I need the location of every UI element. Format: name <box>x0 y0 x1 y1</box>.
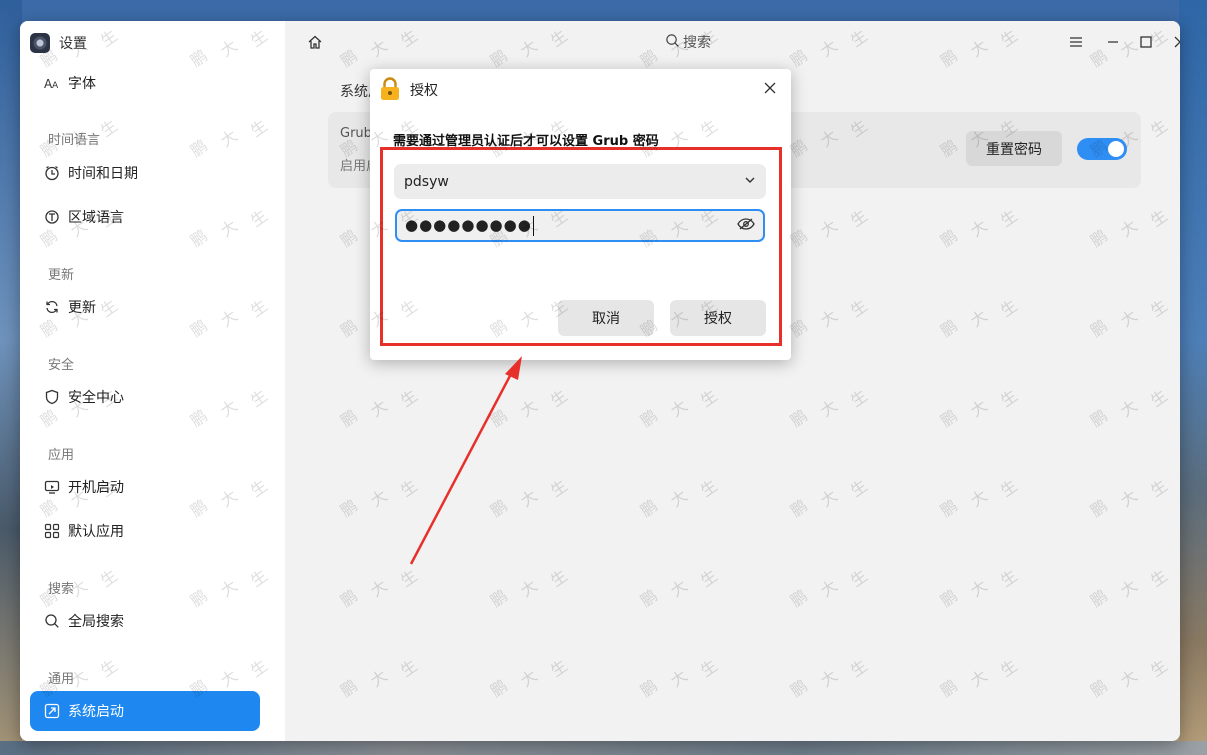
autostart-icon <box>44 479 60 495</box>
wallpaper <box>0 0 22 755</box>
auth-dialog: 授权 需要通过管理员认证后才可以设置 Grub 密码 pdsyw ●●●●●●●… <box>370 69 791 360</box>
sidebar-item-autostart[interactable]: 开机启动 <box>30 467 260 507</box>
user-select-value: pdsyw <box>404 173 449 190</box>
section-security: 安全 <box>48 358 75 373</box>
chevron-down-icon <box>744 174 756 190</box>
sidebar-item-datetime[interactable]: 时间和日期 <box>30 153 260 193</box>
shield-icon <box>44 389 60 405</box>
grid-icon <box>44 523 60 539</box>
section-update: 更新 <box>48 268 75 283</box>
sidebar-item-region[interactable]: 区域语言 <box>30 197 260 237</box>
authorize-button[interactable]: 授权 <box>670 300 766 336</box>
lock-icon <box>379 77 401 101</box>
dialog-title: 授权 <box>410 83 438 99</box>
sidebar-item-update[interactable]: 更新 <box>30 287 260 327</box>
sidebar-item-label: 默认应用 <box>68 524 124 540</box>
refresh-icon <box>44 299 60 315</box>
svg-text:A: A <box>52 81 59 91</box>
search-placeholder: 搜索 <box>683 35 711 51</box>
grub-password-toggle[interactable] <box>1077 138 1127 160</box>
sidebar-item-label: 字体 <box>68 76 96 92</box>
sidebar-item-label: 开机启动 <box>68 480 124 496</box>
menu-icon[interactable] <box>1066 32 1086 52</box>
sidebar-item-global-search[interactable]: 全局搜索 <box>30 601 260 641</box>
sidebar: 设置 AA 字体 时间语言 时间和日期 区域语言 更新 更新 安全 安全中心 应… <box>20 21 285 741</box>
settings-app-icon <box>30 33 50 53</box>
section-general: 通用 <box>48 672 75 687</box>
close-icon[interactable] <box>761 79 779 97</box>
sidebar-item-label: 区域语言 <box>68 210 124 226</box>
boot-icon <box>44 703 60 719</box>
section-search: 搜索 <box>48 582 75 597</box>
reset-password-button[interactable]: 重置密码 <box>966 131 1062 166</box>
sidebar-item-font[interactable]: AA 字体 <box>30 63 260 103</box>
sidebar-item-label: 安全中心 <box>68 390 124 406</box>
minimize-icon[interactable] <box>1103 32 1123 52</box>
section-time-lang: 时间语言 <box>48 133 101 148</box>
sidebar-item-default-apps[interactable]: 默认应用 <box>30 511 260 551</box>
wallpaper-bottom <box>0 741 1207 755</box>
sidebar-item-security-center[interactable]: 安全中心 <box>30 377 260 417</box>
font-icon: AA <box>44 75 60 91</box>
search-box[interactable]: 搜索 <box>665 31 765 53</box>
search-icon <box>665 33 680 52</box>
dialog-message: 需要通过管理员认证后才可以设置 Grub 密码 <box>393 134 659 149</box>
region-icon <box>44 209 60 225</box>
close-icon[interactable] <box>1170 32 1180 52</box>
home-icon[interactable] <box>305 32 325 52</box>
user-select[interactable]: pdsyw <box>394 164 766 199</box>
section-apps: 应用 <box>48 448 75 463</box>
eye-hidden-icon[interactable] <box>737 216 755 235</box>
sidebar-item-label: 全局搜索 <box>68 614 124 630</box>
text-cursor <box>532 215 534 236</box>
maximize-icon[interactable] <box>1136 32 1156 52</box>
sidebar-item-label: 系统启动 <box>68 704 124 720</box>
password-mask: ●●●●●●●●● <box>405 216 532 235</box>
app-title-bar: 设置 <box>30 33 87 53</box>
clock-icon <box>44 165 60 181</box>
wallpaper-right <box>1179 0 1207 755</box>
toggle-knob <box>1108 141 1124 157</box>
cancel-button[interactable]: 取消 <box>558 300 654 336</box>
sidebar-item-label: 时间和日期 <box>68 166 138 182</box>
grub-label: Grub <box>340 126 372 141</box>
sidebar-item-label: 更新 <box>68 300 96 316</box>
search-icon <box>44 613 60 629</box>
password-input[interactable]: ●●●●●●●●● <box>395 209 765 242</box>
app-title: 设置 <box>59 36 87 52</box>
sidebar-item-boot[interactable]: 系统启动 <box>30 691 260 731</box>
